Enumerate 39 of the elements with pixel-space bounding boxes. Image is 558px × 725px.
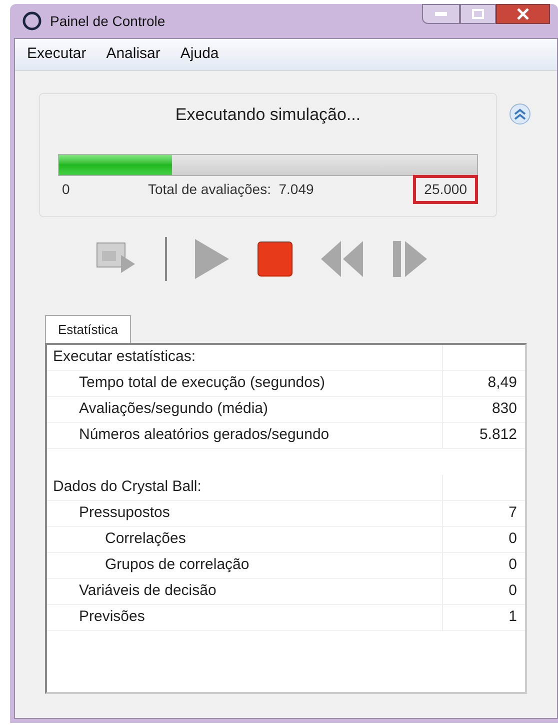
stat-value: 0 — [508, 555, 517, 576]
close-button[interactable] — [496, 4, 550, 24]
stat-label: Tempo total de execução (segundos) — [79, 373, 325, 394]
stat-label: Avaliações/segundo (média) — [79, 399, 268, 420]
maximize-button[interactable] — [460, 4, 496, 24]
rewind-icon[interactable] — [319, 239, 365, 279]
stat-label: Números aleatórios gerados/segundo — [79, 425, 330, 446]
menu-item[interactable]: Executar — [23, 43, 90, 66]
stat-value: 0 — [508, 529, 517, 550]
stat-value: 1 — [508, 607, 517, 628]
stat-value: 0 — [508, 581, 517, 602]
stat-label: Executar estatísticas: — [53, 347, 196, 368]
stat-label: Grupos de correlação — [105, 555, 250, 576]
stat-label: Pressupostos — [79, 503, 170, 524]
total-evaluations: Total de avaliações: 7.049 — [148, 180, 315, 199]
min-value: 0 — [61, 180, 71, 199]
app-logo-icon — [22, 11, 42, 31]
stat-value: 8,49 — [488, 373, 517, 394]
collapse-icon[interactable] — [509, 103, 531, 125]
stop-icon[interactable] — [257, 241, 293, 277]
close-icon — [517, 8, 529, 20]
stat-value: 7 — [508, 503, 517, 524]
stat-value: 5.812 — [479, 425, 517, 446]
window-title: Painel de Controle — [50, 12, 166, 30]
minimize-icon — [435, 12, 447, 16]
tab[interactable]: Estatística — [45, 315, 131, 343]
status-text: Executando simulação... — [175, 104, 361, 126]
stat-label: Variáveis de decisão — [79, 581, 216, 602]
stat-label: Previsões — [79, 607, 145, 628]
step-icon[interactable] — [391, 239, 429, 279]
play-icon[interactable] — [193, 237, 231, 281]
stat-label: Correlações — [105, 529, 186, 550]
stat-label: Dados do Crystal Ball: — [53, 477, 202, 498]
max-value: 25.000 — [413, 175, 478, 204]
minimize-button[interactable] — [422, 4, 460, 24]
menu-item[interactable]: Ajuda — [176, 43, 223, 66]
stat-value: 830 — [492, 399, 517, 420]
menu-item[interactable]: Analisar — [102, 43, 164, 66]
maximize-icon — [472, 9, 484, 19]
